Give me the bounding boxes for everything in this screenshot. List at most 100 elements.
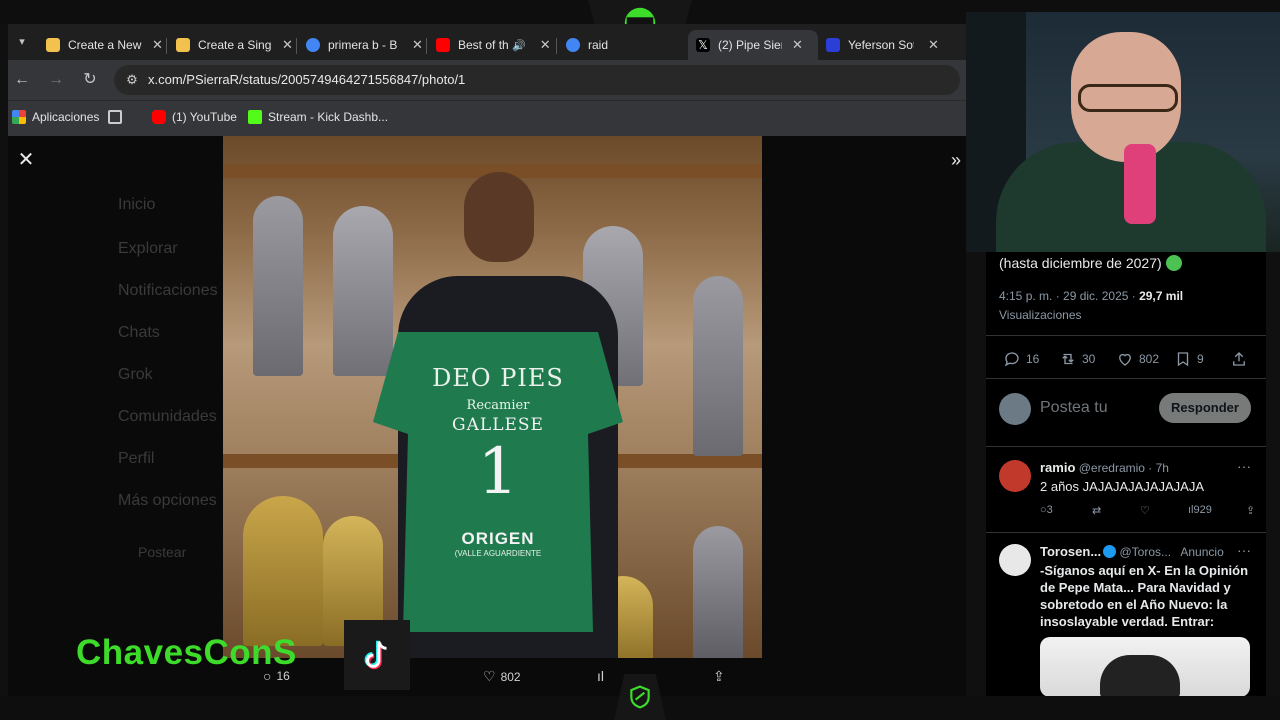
tab-close-icon[interactable]: ✕ [928,37,939,53]
comment-reply-button[interactable]: ○ 3 [1040,504,1053,516]
bg-nav-home: Inicio [118,196,156,213]
jersey-name: GALLESE [452,415,544,435]
site-settings-icon[interactable]: ⚙ [124,72,140,88]
tab-label: Yeferson Sot [848,38,914,52]
tab-label: (2) Pipe Sierr [718,38,782,52]
reply-count: 16 [1026,352,1040,366]
youtube-icon [152,110,166,124]
tweet-time[interactable]: 4:15 p. m. · 29 dic. 2025 · [999,289,1139,303]
bookmark-label: (1) YouTube [172,110,237,124]
x-favicon-icon: 𝕏 [696,38,710,52]
tab-close-icon[interactable]: ✕ [412,37,423,53]
url-text[interactable]: x.com/PSierraR/status/200574946427155684… [148,72,465,87]
bg-nav-notifications: Notificaciones [118,282,218,299]
tweet-views-count: 29,7 mil [1139,289,1184,303]
tiktok-logo-box [344,620,410,690]
speaker-icon[interactable]: 🔊 [512,39,526,52]
tweet-photo[interactable]: DEO PIES Recamier GALLESE 1 ORIGEN (VALL… [223,136,762,658]
like-stat-button[interactable]: 802 [1116,350,1159,368]
tab-pipe-sierra[interactable]: 𝕏 (2) Pipe Sierr ✕ [688,30,818,60]
bg-nav-explore: Explorar [118,240,178,257]
repost-icon [1062,353,1074,365]
tab-yeferson[interactable]: Yeferson Sot ✕ [818,30,947,60]
comment-share-icon[interactable]: ⇪ [1246,504,1255,517]
bookmark-grid[interactable] [108,110,128,124]
jersey-bottom-sub: (VALLE AGUARDIENTE [454,549,542,558]
avatar [999,544,1031,576]
bookmark-stat-button[interactable]: 9 [1174,350,1204,368]
trophy-image [693,276,743,456]
tab-close-icon[interactable]: ✕ [152,37,163,53]
repost-stat-button[interactable]: 30 [1059,350,1095,368]
forward-icon[interactable]: → [46,70,66,90]
comment-like-icon[interactable]: ♡ [1140,504,1150,517]
bookmark-label: Stream - Kick Dashb... [268,110,389,124]
jersey-sub-sponsor: Recamier [466,398,530,413]
comment-text: -Síganos aquí en X- En la Opinión de Pep… [1040,563,1249,629]
browser-toolbar: ← → ↻ ⚙ x.com/PSierraR/status/2005749464… [8,60,966,100]
photo-share-button[interactable]: ⇪ [713,668,725,685]
tab-create-new[interactable]: Create a New ✕ [38,30,171,60]
heart-icon: ♡ [483,668,496,684]
tab-raid[interactable]: raid [558,30,626,60]
reply-stat-button[interactable]: 16 [1003,350,1039,368]
ad-image[interactable] [1040,637,1250,696]
trophy-image [693,526,743,658]
tweet-text-content: (hasta diciembre de 2027) [999,255,1162,271]
comment-author[interactable]: Torosen... [1040,544,1101,559]
tab-label: Best of th [458,38,509,52]
ad-comment-item[interactable]: Torosen... @Toros... Anuncio ··· -Sígano… [999,542,1259,696]
close-icon[interactable]: ✕ [16,150,36,170]
share-stat-button[interactable] [1230,350,1253,368]
bg-post-button: Postear [138,544,187,560]
tab-close-icon[interactable]: ✕ [282,37,293,53]
photo-like-button[interactable]: ♡ 802 [483,668,521,685]
green-circle-emoji-icon [1165,255,1182,271]
bookmark-youtube[interactable]: (1) YouTube [152,110,237,124]
tab-best-of[interactable]: Best of th 🔊 ✕ [428,30,559,60]
comment-item[interactable]: ramio @eredramio · 7h ··· 2 años JAJAJAJ… [999,458,1259,530]
tab-primera-b[interactable]: primera b - B ✕ [298,30,431,60]
channel-brand: ChavesConS [76,633,297,672]
divider [986,532,1266,533]
ad-label: Anuncio [1180,545,1224,559]
bookmark-icon [1177,352,1189,367]
address-bar[interactable]: ⚙ x.com/PSierraR/status/2005749464271556… [114,65,960,95]
comment-views-button[interactable]: ıl 929 [1188,504,1212,516]
comment-handle: @eredramio · 7h [1078,461,1169,475]
grid-icon [108,110,122,124]
reply-submit-button[interactable]: Responder [1159,393,1251,423]
bookmark-apps[interactable]: Aplicaciones [12,110,99,124]
photo-views-button[interactable]: ıl [597,668,604,684]
more-options-icon[interactable]: ··· [1237,542,1251,558]
reply-composer: Postea tu Responder [999,393,1259,425]
views-icon: ıl [597,668,604,684]
reply-input[interactable]: Postea tu [1040,399,1108,417]
more-options-icon[interactable]: ··· [1237,458,1251,474]
youtube-favicon-icon [436,38,450,52]
tab-create-single[interactable]: Create a Sing ✕ [168,30,301,60]
repost-count: 30 [1082,352,1096,366]
photo-viewer: Inicio Explorar Notificaciones Chats Gro… [8,136,966,696]
avatar [999,460,1031,492]
divider [986,335,1266,336]
tab-close-icon[interactable]: ✕ [540,37,551,53]
bookmark-count: 9 [1197,352,1204,366]
comment-header: ramio @eredramio · 7h [1040,460,1169,475]
tweet-meta: 4:15 p. m. · 29 dic. 2025 · 29,7 mil [999,289,1183,303]
chevron-right-icon[interactable]: » [946,150,966,170]
reload-icon[interactable]: ↻ [80,70,100,90]
like-count: 802 [500,669,521,684]
back-icon[interactable]: ← [12,70,32,90]
tab-close-icon[interactable]: ✕ [792,37,803,53]
bookmark-kick[interactable]: Stream - Kick Dashb... [248,110,388,124]
tab-search-icon[interactable]: ▾ [12,32,32,52]
trophy-image [243,496,323,646]
jersey-bottom-sponsor: ORIGEN [461,529,535,548]
comment-repost-icon[interactable]: ⇄ [1092,504,1101,517]
tab-divider [556,38,557,54]
tab-strip: ▾ Create a New ✕ Create a Sing ✕ primera… [8,24,966,60]
notion-favicon-icon [176,38,190,52]
comment-author[interactable]: ramio [1040,460,1075,475]
site-favicon-icon [826,38,840,52]
